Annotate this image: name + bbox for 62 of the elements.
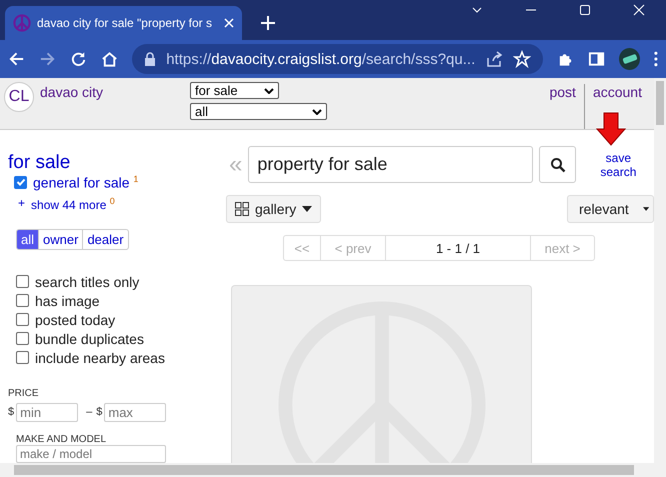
chevron-icon [312,108,322,114]
filter-label: include nearby areas [35,350,165,366]
seller-type-tab[interactable]: dealer [82,230,128,249]
city-link[interactable]: davao city [40,84,190,129]
sort-dropdown[interactable]: relevant [567,195,654,223]
seller-type-tab[interactable]: owner [38,230,82,249]
make-model-label: MAKE AND MODEL [16,434,108,445]
filter-label: posted today [35,312,116,328]
browser-tab[interactable]: davao city for sale "property for s [5,6,242,40]
filter-label: search titles only [35,274,140,290]
show-more-link[interactable]: show 44 more $^{0}$ [31,196,115,212]
category-dropdown[interactable]: for sale [190,82,279,99]
menu-icon[interactable] [654,50,658,68]
currency-sign: $ [96,406,102,418]
filter-label: has image [35,292,100,309]
seller-type-tab[interactable]: all [17,230,38,249]
address-bar[interactable]: https://davaocity.craigslist.org/search/sss?qu... [132,44,544,74]
checkbox[interactable] [14,176,27,189]
profile-avatar[interactable] [619,48,640,70]
caret-icon [642,206,649,212]
back-arrow-icon[interactable] [8,50,26,68]
star-icon[interactable] [513,50,532,68]
close-icon[interactable] [224,18,234,28]
plus-icon[interactable] [260,15,276,31]
checkbox[interactable] [16,332,29,346]
share-icon[interactable] [485,50,504,68]
min-price-field[interactable]: min [16,402,78,422]
scrollbar-thumb[interactable] [656,81,664,125]
scrollbar-thumb[interactable] [14,465,634,475]
peace-icon [13,14,31,32]
url-text: https://davaocity.craigslist.org/search/sss?qu... [166,50,476,68]
max-price-field[interactable]: max [104,402,166,422]
site-logo[interactable]: CL [4,82,34,112]
grid-icon [235,202,249,216]
forward-arrow-icon[interactable] [39,50,56,68]
price-label: PRICE [8,388,40,399]
home-icon[interactable] [101,50,118,68]
filter-label: bundle duplicates [35,330,144,347]
checkbox[interactable] [16,351,29,364]
view-dropdown[interactable]: gallery [226,195,322,223]
arrow-icon [596,112,626,146]
search-button[interactable] [539,146,576,183]
reload-icon[interactable] [70,50,88,68]
caret-icon [302,206,312,212]
chevron-icon [264,88,274,94]
save-search-link[interactable]: save search [596,150,640,178]
currency-sign: $ [8,406,14,418]
category-link[interactable]: general for sale $^{1}$ [33,174,138,191]
header-link[interactable]: post [541,84,584,129]
make-model-field[interactable]: make / model [16,444,166,463]
checkbox[interactable] [16,294,29,308]
side-panel-icon[interactable] [588,50,606,68]
lock-icon [144,52,156,66]
page-range: 1 - 1 / 1 [385,236,530,260]
checkbox[interactable] [16,313,29,326]
range-separator: – [86,406,92,418]
search-icon [550,156,566,172]
plus-icon: + [18,196,26,212]
search-field[interactable]: property for sale [248,146,534,183]
category-heading: for sale [8,156,72,170]
subcategory-dropdown[interactable]: all [190,103,327,120]
checkbox[interactable] [16,275,29,288]
